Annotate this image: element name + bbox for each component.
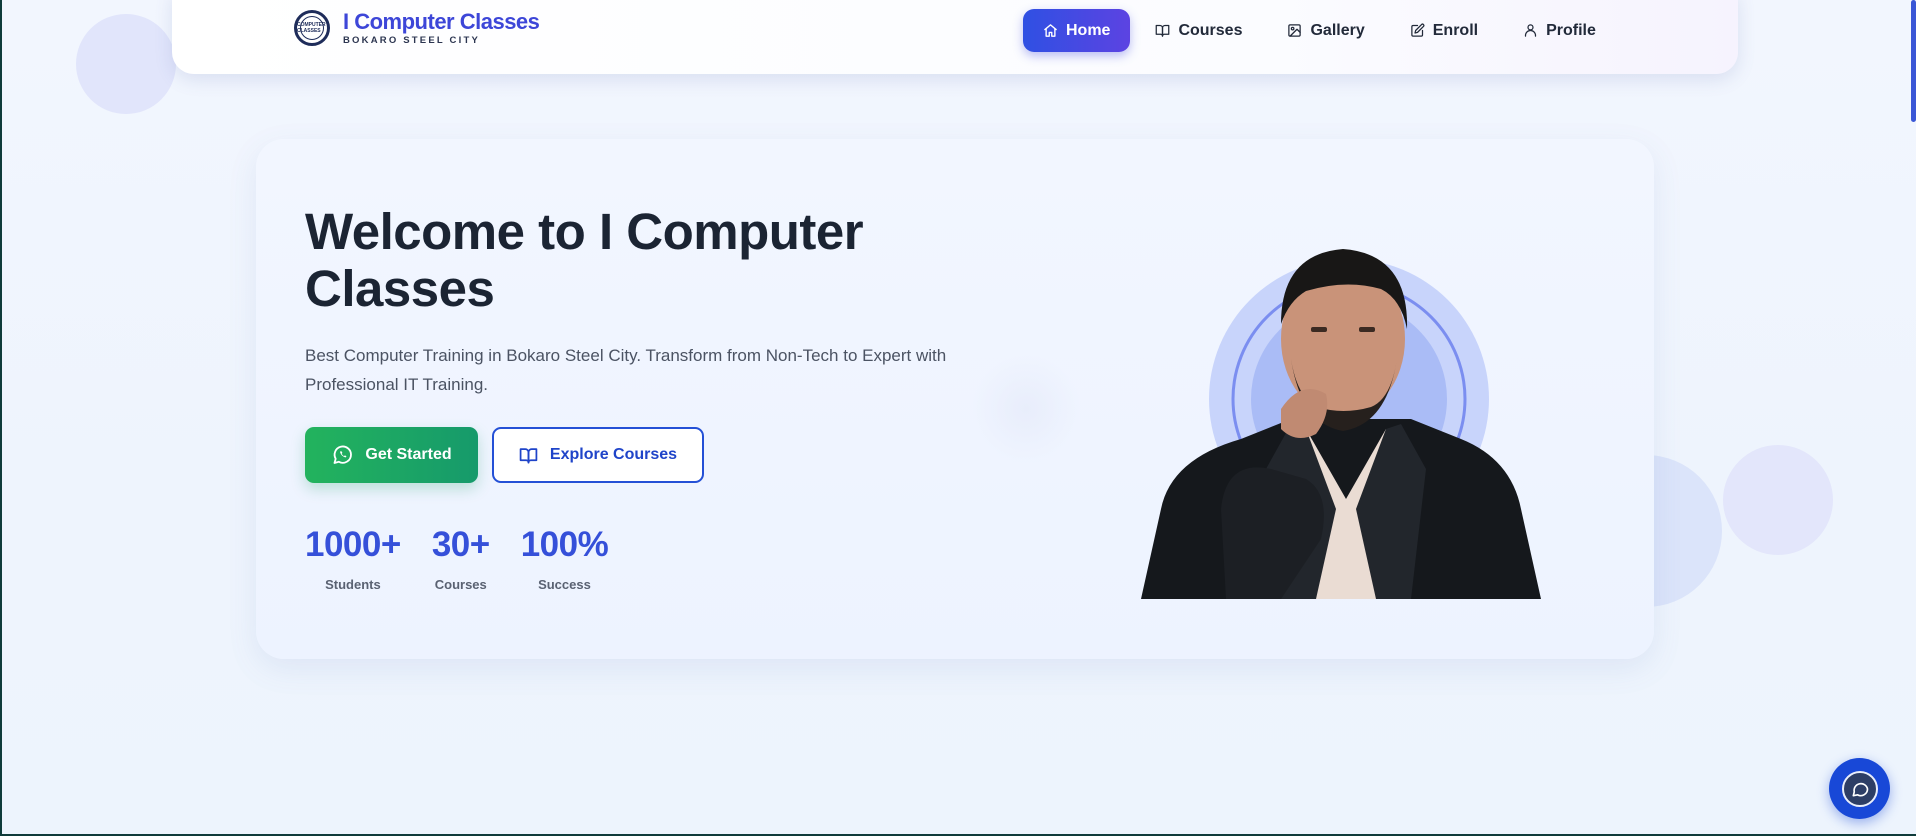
home-icon (1044, 24, 1057, 37)
brand-subtitle: BOKARO STEEL CITY (343, 35, 480, 46)
explore-courses-label: Explore Courses (549, 446, 678, 463)
decor-glow (971, 354, 1081, 464)
book-icon (1156, 24, 1170, 37)
explore-courses-button[interactable]: Explore Courses (492, 427, 704, 483)
image-icon (1288, 24, 1302, 37)
nav-home-label: Home (1066, 21, 1111, 39)
stat-value: 30+ (431, 525, 490, 564)
stat-label: Students (325, 577, 381, 592)
user-icon (1524, 24, 1537, 37)
nav-gallery-label: Gallery (1310, 21, 1365, 39)
stat-label: Courses (434, 577, 487, 592)
nav-gallery[interactable]: Gallery (1267, 9, 1384, 52)
logo-text: COMPUTER CLASSES (297, 22, 326, 34)
hero-title: Welcome to I Computer Classes (305, 203, 864, 317)
decor-bubble (76, 14, 176, 114)
nav-profile-label: Profile (1546, 21, 1596, 39)
scrollbar-thumb[interactable] (1911, 0, 1916, 122)
stat-value: 100% (520, 525, 609, 564)
main-nav: Home Courses Gallery Enroll Profile (1023, 9, 1621, 52)
chat-button[interactable] (1829, 758, 1890, 819)
nav-courses-label: Courses (1178, 21, 1243, 39)
stat-success: 100% Success (520, 525, 609, 593)
nav-enroll-label: Enroll (1432, 21, 1479, 39)
instructor-portrait (1131, 209, 1561, 599)
stat-students: 1000+ Students (305, 525, 401, 593)
stats-row: 1000+ Students 30+ Courses 100% Success (305, 525, 975, 593)
book-icon (519, 447, 538, 463)
get-started-button[interactable]: Get Started (305, 427, 478, 483)
stat-label: Success (538, 577, 591, 592)
brand[interactable]: COMPUTER CLASSES I Computer Classes BOKA… (294, 9, 540, 46)
stat-value: 1000+ (305, 525, 401, 564)
nav-courses[interactable]: Courses (1135, 9, 1262, 52)
nav-home[interactable]: Home (1023, 9, 1131, 52)
whatsapp-icon (333, 445, 353, 464)
hero-section: Welcome to I Computer Classes Best Compu… (256, 139, 1654, 659)
nav-profile[interactable]: Profile (1503, 9, 1616, 52)
brand-title: I Computer Classes (343, 9, 540, 34)
edit-icon (1411, 23, 1425, 37)
logo-icon: COMPUTER CLASSES (294, 10, 330, 46)
chat-icon (1841, 770, 1878, 807)
stat-courses: 30+ Courses (431, 525, 490, 593)
hero-description: Best Computer Training in Bokaro Steel C… (305, 346, 947, 394)
decor-bubble (1723, 445, 1833, 555)
get-started-label: Get Started (365, 446, 452, 463)
navbar: COMPUTER CLASSES I Computer Classes BOKA… (172, 0, 1738, 74)
portrait-image (1141, 249, 1541, 599)
nav-enroll[interactable]: Enroll (1390, 9, 1498, 52)
